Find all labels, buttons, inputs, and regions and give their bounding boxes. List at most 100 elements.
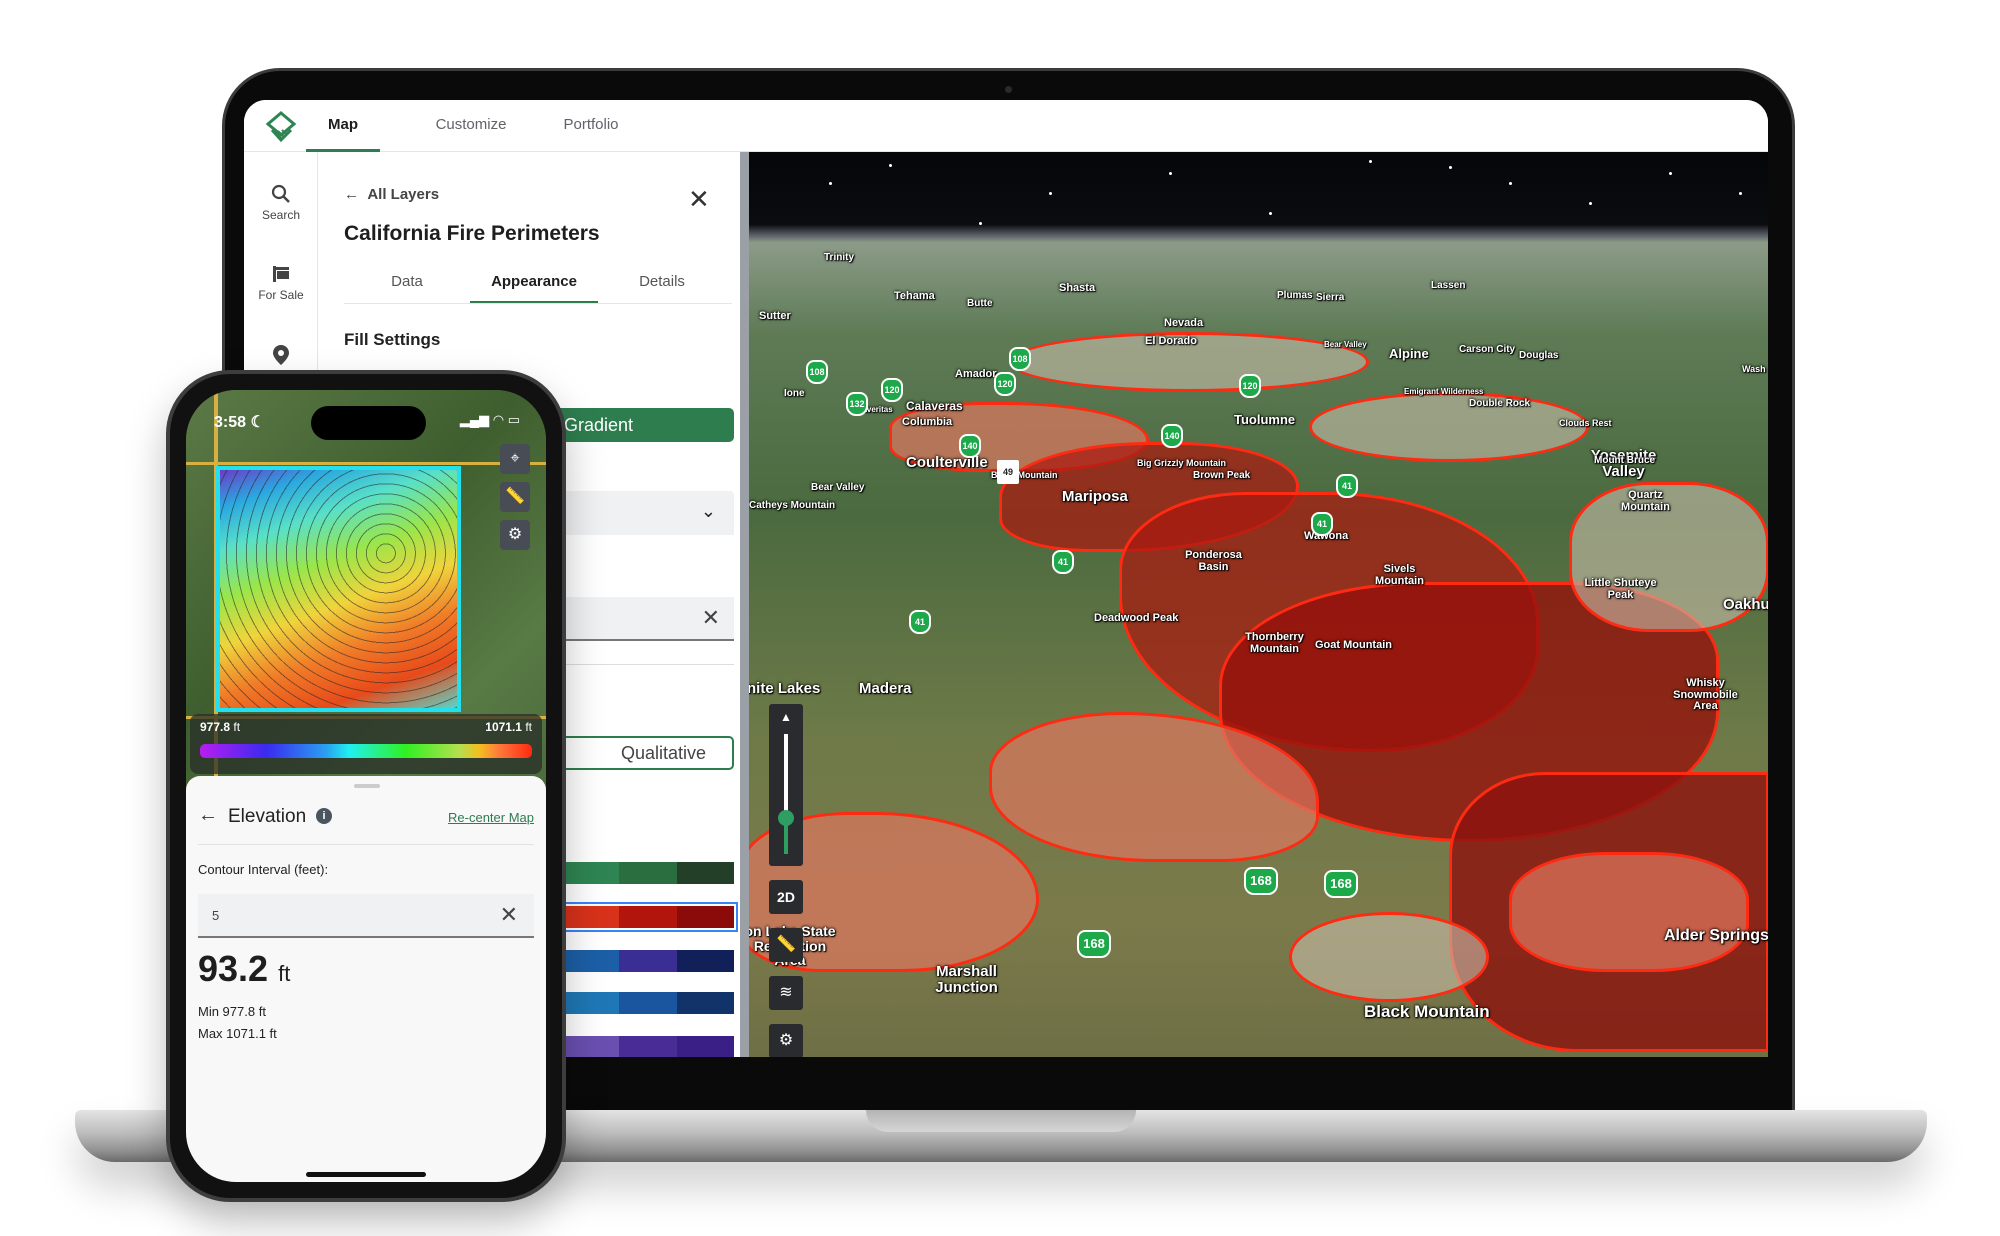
ramp-swatch [619, 1036, 677, 1057]
map-label: Butte [967, 298, 993, 309]
map-label: Alpine [1389, 346, 1429, 361]
fire-perimeter [1289, 912, 1489, 1002]
dynamic-island [311, 406, 426, 440]
info-icon[interactable]: i [316, 808, 332, 824]
map-label: Big Grizzly Mountain [1137, 458, 1226, 468]
route-shield-icon: 41 [1052, 550, 1074, 574]
map-label: Quartz Mountain [1621, 489, 1670, 513]
sidebar-item-search[interactable]: Search [244, 184, 318, 222]
map-label: Thornberry Mountain [1245, 631, 1304, 655]
arrow-left-icon: ← [344, 186, 368, 203]
tab-data[interactable]: Data [344, 260, 470, 304]
settings-button[interactable]: ⚙ [500, 520, 530, 550]
map-label: Double Rock [1469, 398, 1531, 409]
search-icon [271, 184, 290, 203]
map-label: Madera [859, 680, 912, 697]
map-label: Ione [784, 388, 805, 399]
fire-perimeter [1509, 852, 1749, 972]
ruler-button[interactable]: 📏 [500, 482, 530, 512]
map-label: Oakhurst-Nor [1723, 596, 1768, 613]
sidebar-item-places[interactable] [244, 344, 318, 370]
locate-icon: ⌖ [510, 450, 520, 467]
map-label: Nevada [1164, 317, 1204, 329]
contour-interval-input[interactable]: 5 ✕ [198, 894, 534, 938]
ramp-swatch [619, 950, 677, 972]
phone-screen: ⌖ 📏 ⚙ 977.8 ft 1071.1 ft 3:58 ☾ ▂▄▆ ◠ ▭ … [186, 390, 546, 1182]
route-shield-icon: 140 [959, 434, 981, 458]
ruler-button[interactable]: 📏 [769, 928, 803, 962]
map-label: Tuolumne [1234, 412, 1296, 427]
app-topbar: Map Customize Portfolio [244, 100, 1768, 152]
tab-divider [344, 303, 732, 304]
route-shield-icon: 132 [846, 392, 868, 416]
panel-resize-handle[interactable] [740, 152, 749, 1057]
map-label: Mount Bruce [1594, 455, 1656, 466]
min-elevation: Min 977.8 ft [198, 1004, 266, 1019]
elevation-contour-overlay [216, 466, 461, 712]
tab-customize[interactable]: Customize [416, 100, 526, 152]
map-label: Alder Springs [1664, 927, 1768, 944]
sheet-drag-handle[interactable] [354, 784, 380, 788]
route-shield-icon: 168 [1077, 930, 1111, 958]
map-label: Calaveras [906, 399, 963, 413]
recenter-map-link[interactable]: Re-center Map [448, 810, 534, 825]
layers-button[interactable]: ≋ [769, 976, 803, 1010]
star [1369, 160, 1372, 163]
tab-map[interactable]: Map [306, 100, 380, 152]
tilt-slider[interactable]: ▲ [769, 704, 803, 866]
map-label: Catheys Mountain [749, 500, 836, 511]
star [979, 222, 982, 225]
star [1669, 172, 1672, 175]
do-not-disturb-moon-icon: ☾ [250, 414, 265, 431]
ramp-swatch [619, 862, 677, 884]
road [186, 462, 546, 465]
legend-color-bar [200, 744, 532, 758]
map-label: Mariposa [1062, 488, 1128, 505]
fire-perimeter [1309, 392, 1589, 462]
clear-icon[interactable]: ✕ [500, 902, 518, 928]
tab-appearance[interactable]: Appearance [470, 260, 598, 304]
map-label: nite Lakes [749, 680, 821, 697]
route-shield-icon: 49 [997, 460, 1019, 484]
route-shield-icon: 108 [806, 360, 828, 384]
back-arrow-icon[interactable]: ← [198, 804, 218, 827]
map-label: Bear Valley [1324, 340, 1367, 349]
map-label: Shasta [1059, 282, 1096, 294]
route-shield-icon: 168 [1324, 870, 1358, 898]
route-shield-icon: 120 [881, 378, 903, 402]
tab-portfolio[interactable]: Portfolio [544, 100, 638, 152]
route-shield-icon: 120 [994, 372, 1016, 396]
map-label: Little Shuteye Peak [1584, 577, 1657, 601]
clear-icon[interactable]: ✕ [702, 605, 720, 631]
back-to-all-layers[interactable]: ← All Layers [344, 186, 439, 203]
route-shield-icon: 41 [1336, 474, 1358, 498]
locate-button[interactable]: ⌖ [500, 444, 530, 474]
ramp-swatch [561, 1036, 619, 1057]
location-pin-icon [273, 345, 289, 365]
layered-map-logo-icon[interactable] [264, 110, 298, 144]
tilt-handle[interactable] [778, 810, 794, 826]
status-time: 3:58 ☾ [214, 414, 265, 431]
ramp-swatch [561, 862, 619, 884]
section-title-fill-settings: Fill Settings [344, 330, 441, 349]
map-3d-view[interactable]: Trinity Tehama Shasta Butte Nevada Plumas Sier… [749, 152, 1768, 1057]
close-icon[interactable]: ✕ [688, 184, 710, 215]
ramp-swatch [619, 992, 677, 1014]
map-label: Brown Peak [1193, 470, 1251, 481]
mountain-tilt-icon: ▲ [780, 710, 792, 724]
settings-button[interactable]: ⚙ [769, 1024, 803, 1057]
route-shield-icon: 41 [1311, 512, 1333, 536]
map-label: Sutter [759, 310, 791, 322]
contour-interval-value: 5 [212, 908, 220, 923]
wifi-icon: ◠ [492, 412, 505, 427]
route-shield-icon: 41 [909, 610, 931, 634]
map-label: Trinity [824, 252, 855, 263]
2d-toggle-button[interactable]: 2D [769, 880, 803, 914]
legend-max: 1071.1 ft [485, 720, 532, 734]
sidebar-item-for-sale[interactable]: For Sale [244, 264, 318, 302]
contour-interval-label: Contour Interval (feet): [198, 862, 329, 877]
tab-details[interactable]: Details [598, 260, 726, 304]
ramp-swatch [676, 1036, 734, 1057]
map-label: Deadwood Peak [1094, 612, 1179, 624]
layers-icon: ≋ [779, 984, 793, 1001]
